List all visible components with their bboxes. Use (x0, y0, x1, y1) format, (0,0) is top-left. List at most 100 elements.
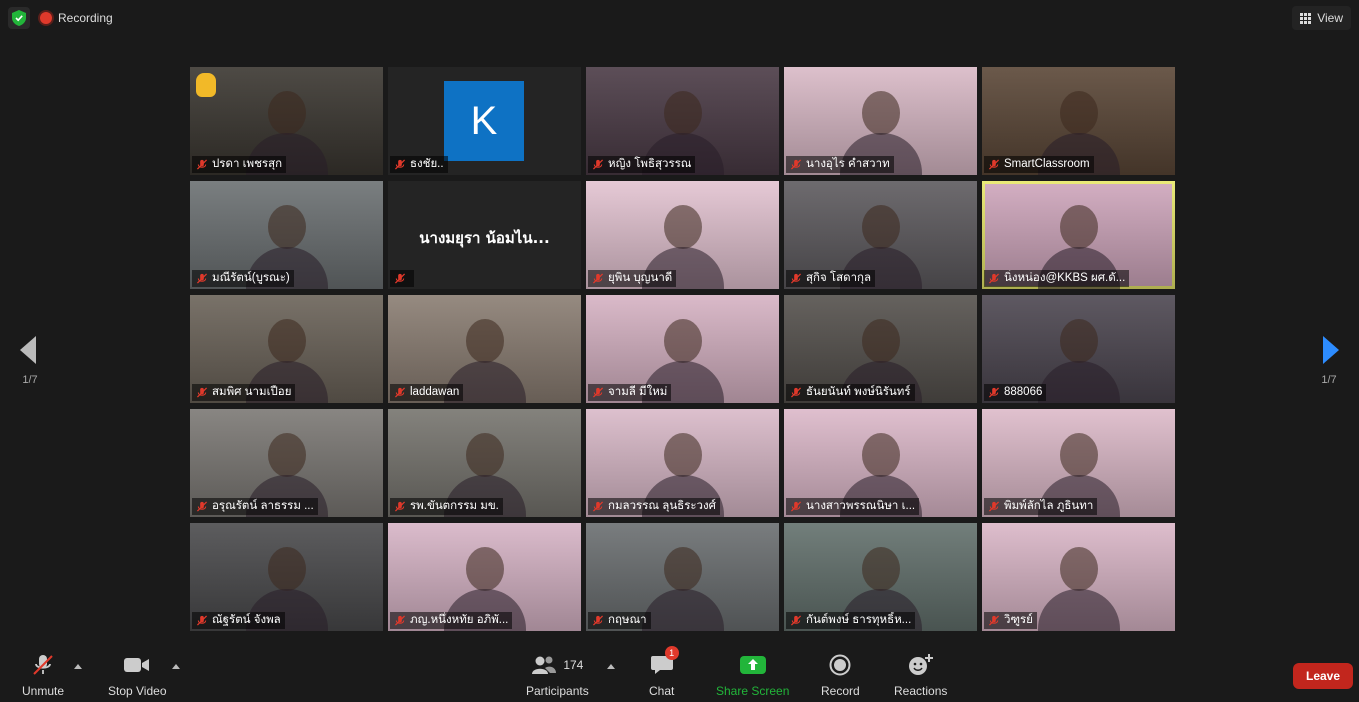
top-bar: Recording View (0, 0, 1359, 36)
participant-video-tile[interactable]: นางมยุรา น้อมไน... (388, 181, 581, 289)
participant-name: นางอุไร คำสวาท (806, 158, 890, 170)
participant-name: หญิง โพธิสุวรรณ (608, 158, 692, 170)
chat-label: Chat (649, 684, 675, 698)
participant-name: 888066 (1004, 386, 1043, 398)
video-options-caret-icon[interactable] (172, 664, 180, 669)
participant-name: ยุพิน บุญนาดี (608, 272, 673, 284)
participant-name: SmartClassroom (1004, 158, 1090, 170)
participant-name: laddawan (410, 386, 460, 398)
mic-muted-icon (988, 501, 1000, 512)
mic-muted-icon (790, 159, 802, 170)
participant-name-label: วิฑูรย์ (984, 612, 1037, 629)
participant-video-tile[interactable]: K ธงชัย.. (388, 67, 581, 175)
mic-muted-icon (592, 159, 604, 170)
mic-muted-icon (394, 159, 406, 170)
participant-name-label: กันต์พงษ์ ธารทุหธิ์ห... (786, 612, 916, 629)
participant-video-tile[interactable]: 888066 (982, 295, 1175, 403)
view-label: View (1317, 11, 1343, 25)
recording-dot-icon (40, 12, 52, 24)
participant-name: ธงชัย.. (410, 158, 444, 170)
participant-name-label: กฤษณา (588, 612, 651, 629)
recording-label: Recording (58, 11, 113, 25)
share-screen-label: Share Screen (716, 684, 790, 698)
participants-caret-icon[interactable] (607, 664, 615, 669)
mic-muted-icon (988, 273, 1000, 284)
participant-video-tile[interactable]: กมลวรรณ ลุนธิระวงศ์ (586, 409, 779, 517)
participant-video-tile[interactable]: หญิง โพธิสุวรรณ (586, 67, 779, 175)
participant-video-tile[interactable]: ณัฐรัตน์ จังพล (190, 523, 383, 631)
mic-muted-icon (196, 273, 208, 284)
participant-name-label: จามลี มีใหม่ (588, 384, 672, 401)
participant-video-tile[interactable]: SmartClassroom (982, 67, 1175, 175)
participant-name: จามลี มีใหม่ (608, 386, 668, 398)
unmute-button[interactable]: Unmute (22, 652, 64, 698)
participant-name: นิ่งหน่อง@KKBS ผศ.ดั... (1004, 272, 1126, 284)
mic-muted-icon (790, 615, 802, 626)
audio-options-caret-icon[interactable] (74, 664, 82, 669)
avatar: K (444, 81, 524, 161)
mic-muted-icon (988, 159, 1000, 170)
participant-video-tile[interactable]: นางอุไร คำสวาท (784, 67, 977, 175)
view-button[interactable]: View (1292, 6, 1351, 30)
participant-video-tile[interactable]: สุกิจ โสดากุล (784, 181, 977, 289)
participant-video-tile[interactable]: laddawan (388, 295, 581, 403)
participant-video-tile[interactable]: จามลี มีใหม่ (586, 295, 779, 403)
participant-video-tile[interactable]: ปรดา เพชรสุก (190, 67, 383, 175)
mic-muted-icon (592, 501, 604, 512)
leave-button[interactable]: Leave (1293, 663, 1353, 689)
mic-muted-icon (31, 652, 55, 678)
participant-video-tile[interactable]: สมพิศ นามเปือย (190, 295, 383, 403)
participant-name-label: นางสาวพรรณนิษา เ... (786, 498, 920, 515)
participant-name-label: นางอุไร คำสวาท (786, 156, 894, 173)
chat-button[interactable]: 1 Chat (649, 646, 679, 698)
record-button[interactable]: Record (821, 652, 860, 698)
participant-video-tile[interactable]: ธันยนันท์ พงษ์นิรันทร์ (784, 295, 977, 403)
share-screen-button[interactable]: Share Screen (716, 652, 789, 698)
participant-name: พิมพ์ลักไล ภูธินทา (1004, 500, 1094, 512)
recording-indicator[interactable]: Recording (40, 7, 113, 29)
mic-muted-icon (196, 387, 208, 398)
mic-muted-icon (394, 273, 406, 284)
participants-count: 174 (563, 658, 584, 672)
participant-name-label: รพ.ขันตกรรม มข. (390, 498, 503, 515)
mic-muted-icon (394, 387, 406, 398)
participant-name-label: ธงชัย.. (390, 156, 448, 173)
participant-name: สมพิศ นามเปือย (212, 386, 292, 398)
grid-view-icon (1300, 12, 1312, 24)
stop-video-button[interactable]: Stop Video (108, 652, 167, 698)
mic-muted-icon (196, 159, 208, 170)
participant-video-tile[interactable]: มณีรัตน์(บูรณะ) (190, 181, 383, 289)
mic-muted-icon (196, 501, 208, 512)
participant-name-label: สุกิจ โสดากุล (786, 270, 876, 287)
participants-button[interactable]: 174 Participants (526, 652, 589, 698)
participant-display-name: นางมยุรา น้อมไน... (419, 229, 550, 247)
participant-name: สุกิจ โสดากุล (806, 272, 872, 284)
security-shield-icon[interactable] (8, 7, 30, 29)
participant-video-tile[interactable]: ยุพิน บุญนาดี (586, 181, 779, 289)
stop-video-label: Stop Video (108, 684, 167, 698)
record-icon (829, 652, 851, 678)
participant-video-tile[interactable]: นิ่งหน่อง@KKBS ผศ.ดั... (982, 181, 1175, 289)
participant-name: กมลวรรณ ลุนธิระวงศ์ (608, 500, 716, 512)
mic-muted-icon (988, 615, 1000, 626)
participant-video-tile[interactable]: อรุณรัตน์ ลาธรรม ... (190, 409, 383, 517)
mic-muted-icon (790, 501, 802, 512)
participant-video-tile[interactable]: วิฑูรย์ (982, 523, 1175, 631)
participant-name-label: laddawan (390, 384, 464, 401)
next-page-button[interactable]: 1/7 (1309, 336, 1349, 396)
smiley-plus-icon (908, 652, 934, 678)
participant-name-label: มณีรัตน์(บูรณะ) (192, 270, 294, 287)
participant-name-label: สมพิศ นามเปือย (192, 384, 296, 401)
participant-video-tile[interactable]: กฤษณา (586, 523, 779, 631)
participant-video-tile[interactable]: นางสาวพรรณนิษา เ... (784, 409, 977, 517)
reactions-button[interactable]: Reactions (894, 652, 947, 698)
mic-muted-icon (592, 387, 604, 398)
participant-video-tile[interactable]: พิมพ์ลักไล ภูธินทา (982, 409, 1175, 517)
participant-video-tile[interactable]: ภญ.หนึ่งหทัย อภิพั... (388, 523, 581, 631)
reactions-label: Reactions (894, 684, 948, 698)
participant-name: วิฑูรย์ (1004, 614, 1033, 626)
participant-video-tile[interactable]: รพ.ขันตกรรม มข. (388, 409, 581, 517)
prev-page-button[interactable]: 1/7 (10, 336, 50, 396)
participant-video-tile[interactable]: กันต์พงษ์ ธารทุหธิ์ห... (784, 523, 977, 631)
participant-name: มณีรัตน์(บูรณะ) (212, 272, 290, 284)
